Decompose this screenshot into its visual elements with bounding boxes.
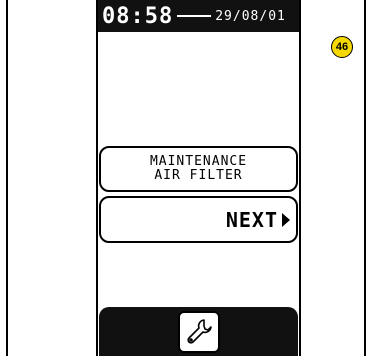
clock-date: 29/08/01 xyxy=(215,8,286,24)
device-screen: 08:58 29/08/01 MAINTENANCE AIR FILTER NE… xyxy=(96,0,301,356)
device-frame-left xyxy=(0,0,8,356)
bottom-toolbar xyxy=(99,307,298,356)
step-number-badge: 46 xyxy=(331,36,353,58)
maintenance-label: MAINTENANCE xyxy=(149,154,248,169)
status-bar: 08:58 29/08/01 xyxy=(98,0,299,32)
wrench-icon xyxy=(186,318,212,344)
status-divider xyxy=(177,15,212,17)
next-label: NEXT xyxy=(225,207,278,232)
maintenance-air-filter-button[interactable]: MAINTENANCE AIR FILTER xyxy=(99,146,298,192)
device-frame-right xyxy=(364,0,374,356)
settings-tool-button[interactable] xyxy=(177,310,220,353)
next-button[interactable]: NEXT xyxy=(99,196,298,243)
clock-time: 08:58 xyxy=(102,3,174,29)
air-filter-label: AIR FILTER xyxy=(154,168,243,183)
arrow-right-icon xyxy=(282,212,290,227)
